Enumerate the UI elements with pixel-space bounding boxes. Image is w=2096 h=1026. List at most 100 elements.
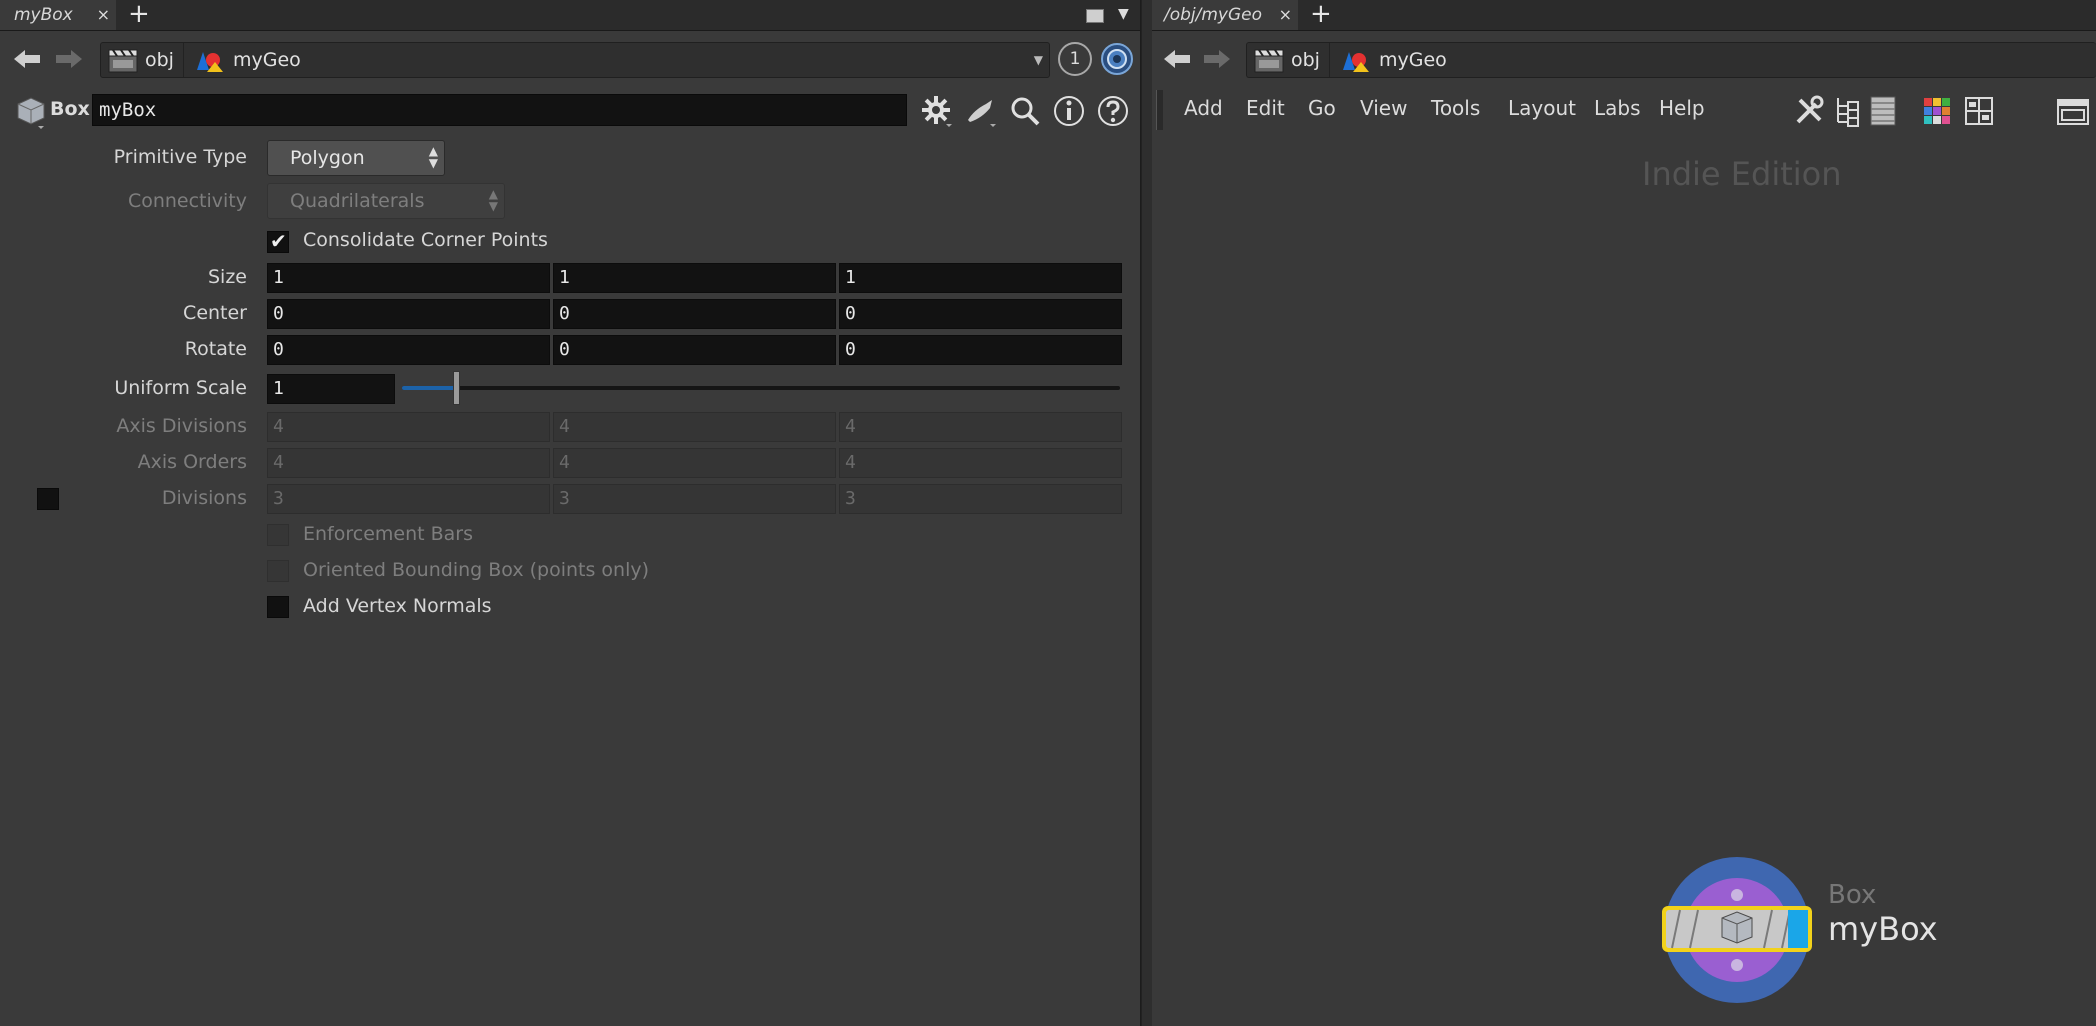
obj-context-icon [108,49,138,73]
consolidate-checkbox[interactable]: ✔ [267,229,289,253]
gear-icon[interactable] [920,94,954,128]
connectivity-label: Connectivity [127,190,247,212]
right-tab-bar: /obj/myGeo × + [1152,0,2096,31]
size-z-field[interactable]: 1 [839,263,1122,293]
oriented-bbox-checkbox[interactable] [267,560,289,582]
toolbar-handle[interactable] [1156,90,1163,130]
node-type-text: Box [1828,880,1877,910]
geo-node-icon [1343,52,1369,72]
geo-node-icon [197,52,223,72]
primitive-type-menu[interactable]: Polygon ▲ ▼ [267,140,445,176]
tab-title: /obj/myGeo [1164,5,1263,25]
slider-handle[interactable] [452,371,460,405]
network-pane: /obj/myGeo × + obj myGeo Add Edit Go Vie… [1152,0,2096,1026]
node-type-label: Box [50,98,90,120]
center-y-field[interactable]: 0 [553,299,836,329]
panel-layout-icon[interactable] [2056,98,2090,126]
menu-tools[interactable]: Tools [1431,96,1480,120]
node-name-text: myBox [1828,910,1938,948]
node-name-field[interactable]: myBox [92,94,907,126]
center-label: Center [183,302,247,324]
divisions-y-field[interactable]: 3 [553,484,836,514]
center-z-field[interactable]: 0 [839,299,1122,329]
size-label: Size [207,266,247,288]
axis-divisions-z-field[interactable]: 4 [839,412,1122,442]
back-arrow-icon[interactable] [1162,48,1192,70]
box-node[interactable] [1662,855,1812,1005]
vertex-normals-checkbox[interactable] [267,596,289,618]
list-view-icon[interactable] [1868,94,1898,128]
tools-wrench-icon[interactable] [1792,94,1826,128]
info-icon[interactable] [1052,94,1086,128]
enforcement-bars-checkbox[interactable] [267,524,289,546]
add-tab-button[interactable]: + [128,0,150,30]
path-breadcrumb[interactable]: obj myGeo [1246,42,2096,78]
search-icon[interactable] [1008,94,1042,128]
uniform-scale-field[interactable]: 1 [267,374,395,404]
rotate-z-field[interactable]: 0 [839,335,1122,365]
connectivity-menu[interactable]: Quadrilaterals ▲ ▼ [267,183,505,219]
forward-arrow-icon[interactable] [1202,48,1232,70]
primitive-type-label: Primitive Type [113,146,247,168]
axis-orders-z-field[interactable]: 4 [839,448,1122,478]
close-tab-icon[interactable]: × [1279,0,1292,30]
axis-orders-label: Axis Orders [137,451,247,473]
color-palette-icon[interactable] [1922,96,1952,126]
breadcrumb-obj[interactable]: obj [145,43,174,77]
rotate-y-field[interactable]: 0 [553,335,836,365]
menu-labs[interactable]: Labs [1594,96,1641,120]
shape-palette-icon[interactable] [1964,96,1994,126]
axis-divisions-x-field[interactable]: 4 [267,412,550,442]
slider-fill [402,386,456,390]
menu-edit[interactable]: Edit [1246,96,1285,120]
primitive-type-value: Polygon [290,147,365,169]
axis-divisions-label: Axis Divisions [116,415,247,437]
axis-orders-x-field[interactable]: 4 [267,448,550,478]
rotate-label: Rotate [184,338,247,360]
close-tab-icon[interactable]: × [97,0,110,30]
tree-view-icon[interactable] [1832,94,1862,128]
enforcement-bars-label: Enforcement Bars [303,523,474,545]
breadcrumb-mygeo[interactable]: myGeo [1379,43,1447,77]
rotate-x-field[interactable]: 0 [267,335,550,365]
parameter-header: Box myBox [0,90,1140,130]
pane-menu-arrow-icon[interactable]: ▼ [1118,6,1129,22]
breadcrumb-obj[interactable]: obj [1291,43,1320,77]
size-x-field[interactable]: 1 [267,263,550,293]
menu-spinner-icon: ▲ ▼ [488,187,498,213]
indie-edition-watermark: Indie Edition [1642,155,1842,193]
path-breadcrumb[interactable]: obj myGeo ▼ [100,42,1050,78]
obj-context-icon [1254,49,1284,73]
menu-spinner-icon: ▲ ▼ [428,144,438,170]
menu-layout[interactable]: Layout [1508,96,1576,120]
maximize-pane-icon[interactable] [1086,9,1104,23]
menu-view[interactable]: View [1360,96,1407,120]
uniform-scale-label: Uniform Scale [114,377,247,399]
center-x-field[interactable]: 0 [267,299,550,329]
tab-mybox[interactable]: myBox × [0,0,116,30]
box-node-type-icon[interactable] [14,94,48,130]
axis-orders-y-field[interactable]: 4 [553,448,836,478]
forward-arrow-icon[interactable] [54,48,84,70]
link-target-icon[interactable] [1100,42,1134,76]
breadcrumb-mygeo[interactable]: myGeo [233,43,301,77]
paint-brush-icon[interactable] [964,94,998,128]
left-path-bar: obj myGeo ▼ 1 [0,40,1140,78]
menu-go[interactable]: Go [1308,96,1336,120]
checkmark-icon: ✔ [270,229,287,253]
divisions-toggle-checkbox[interactable] [37,488,59,510]
menu-help[interactable]: Help [1659,96,1705,120]
back-arrow-icon[interactable] [12,48,42,70]
help-icon[interactable] [1096,94,1130,128]
axis-divisions-y-field[interactable]: 4 [553,412,836,442]
divisions-z-field[interactable]: 3 [839,484,1122,514]
path-dropdown-icon[interactable]: ▼ [1034,53,1043,67]
size-y-field[interactable]: 1 [553,263,836,293]
uniform-scale-slider[interactable] [402,386,1120,390]
menu-add[interactable]: Add [1184,96,1223,120]
consolidate-label: Consolidate Corner Points [303,229,548,251]
divisions-x-field[interactable]: 3 [267,484,550,514]
add-tab-button[interactable]: + [1310,0,1332,30]
pin-button[interactable]: 1 [1058,42,1092,76]
tab-obj-mygeo[interactable]: /obj/myGeo × [1152,0,1298,30]
